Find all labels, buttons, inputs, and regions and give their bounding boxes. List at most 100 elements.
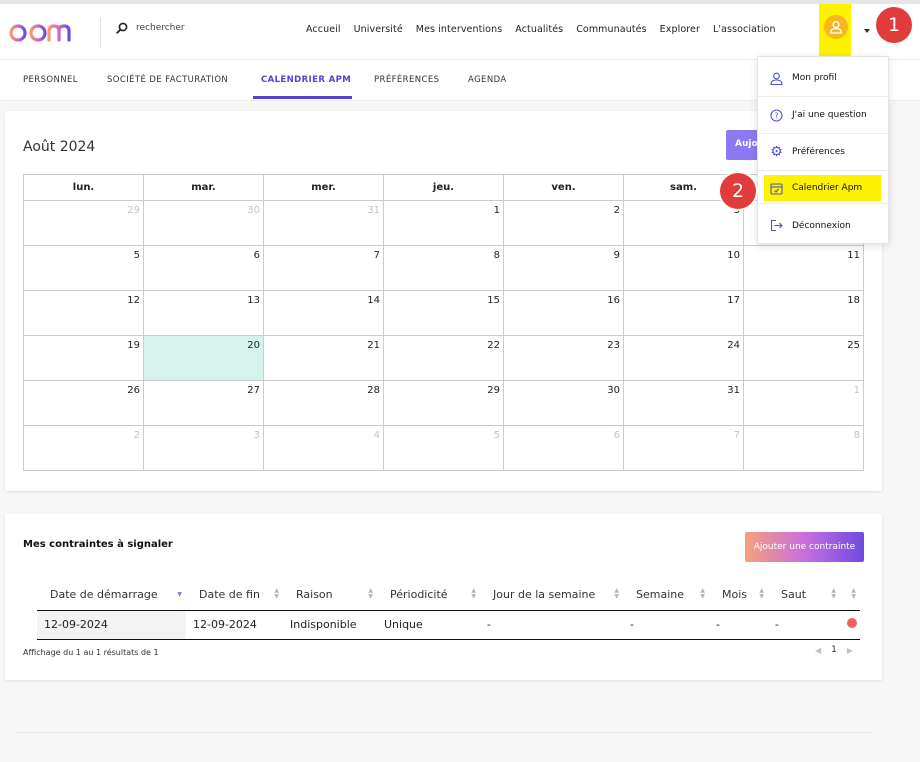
calendar-day-cell[interactable]: 25 [743,335,864,381]
calendar-day-cell[interactable]: 17 [623,290,744,336]
tab-personnel[interactable]: PERSONNEL [23,75,78,85]
table-cell: - [768,610,840,640]
menu-label: Préférences [792,147,845,157]
calendar-day-cell[interactable]: 20 [143,335,264,381]
calendar-day-cell[interactable]: 22 [383,335,504,381]
calendar-day-cell[interactable]: 15 [383,290,504,336]
calendar-day-cell[interactable]: 6 [503,425,624,471]
tab-societe-facturation[interactable]: SOCIÉTÉ DE FACTURATION [107,75,228,85]
column-header[interactable]: Périodicité ▲ ▼ [377,580,480,611]
delete-dot-icon[interactable] [847,618,857,628]
calendar-day-cell[interactable]: 26 [23,380,144,426]
prev-page-icon[interactable]: ◀ [815,646,821,655]
calendar-day-cell[interactable]: 3 [143,425,264,471]
sort-icon: ▲ ▼ [614,587,619,600]
calendar-day-cell[interactable]: 12 [23,290,144,336]
nav-actualites[interactable]: Actualités [515,24,563,35]
calendar-day-cell[interactable]: 14 [263,290,384,336]
column-header[interactable]: Date de démarrage ▼ [37,580,186,611]
calendar-day-cell[interactable]: 3 [623,200,744,246]
calendar-day-cell[interactable]: 30 [503,380,624,426]
menu-item-preferences[interactable]: ⚙ Préférences [758,134,888,171]
table-row[interactable]: 12-09-2024 12-09-2024 Indisponible Unique - -… [37,610,860,640]
apm-logo[interactable] [8,16,80,50]
calendar-day-cell[interactable]: 10 [623,245,744,291]
tab-calendrier-apm[interactable]: CALENDRIER APM [261,75,351,85]
nav-association[interactable]: L'association [713,24,776,35]
calendar-day-cell[interactable]: 7 [623,425,744,471]
pagination: ◀ 1 ▶ [815,645,853,655]
calendar-day-cell[interactable]: 5 [383,425,504,471]
column-header[interactable]: Jour de la semaine ▲ ▼ [480,580,623,611]
menu-item-mon-profil[interactable]: Mon profil [758,60,888,97]
calendar-month-title: Août 2024 [23,139,96,155]
column-header[interactable]: Saut ▲ ▼ [768,580,840,611]
calendar-card: Août 2024 Aujourd'hui lun.mar.mer.jeu.ve… [5,111,882,491]
column-header-label: Jour de la semaine [493,588,596,602]
calendar-day-cell[interactable]: 28 [263,380,384,426]
chevron-down-icon[interactable] [864,29,870,33]
nav-mes-interventions[interactable]: Mes interventions [416,24,502,35]
calendar-day-cell[interactable]: 18 [743,290,864,336]
nav-communautes[interactable]: Communautés [576,24,646,35]
column-header[interactable]: Raison ▲ ▼ [283,580,377,611]
menu-item-calendrier-apm[interactable]: Calendrier Apm [764,175,881,201]
table-cell: Indisponible [283,610,377,640]
calendar-grid: lun.mar.mer.jeu.ven.sam.dim. 29303112345… [23,174,864,471]
constraints-title: Mes contraintes à signaler [23,539,173,550]
menu-item-question[interactable]: ? J'ai une question [758,97,888,134]
calendar-day-cell[interactable]: 27 [143,380,264,426]
calendar-day-cell[interactable]: 21 [263,335,384,381]
tab-agenda[interactable]: AGENDA [468,75,507,85]
column-header[interactable]: ▲ ▼ [840,580,860,611]
nav-universite[interactable]: Université [354,24,403,35]
sort-icon: ▲ ▼ [759,587,764,600]
next-page-icon[interactable]: ▶ [847,646,853,655]
calendar-day-cell[interactable]: 31 [263,200,384,246]
nav-explorer[interactable]: Explorer [660,24,700,35]
calendar-week-row: 12 13 14 15 16 17 18 [23,290,864,336]
search-bar[interactable] [116,22,216,34]
menu-item-deconnexion[interactable]: Déconnexion [758,207,888,244]
user-avatar-highlight[interactable] [819,4,851,56]
calendar-day-cell[interactable]: 2 [23,425,144,471]
calendar-day-cell[interactable]: 24 [623,335,744,381]
column-header[interactable]: Semaine ▲ ▼ [623,580,709,611]
calendar-day-cell[interactable]: 6 [143,245,264,291]
calendar-day-cell[interactable]: 29 [383,380,504,426]
calendar-day-cell[interactable]: 23 [503,335,624,381]
avatar[interactable] [824,15,848,39]
calendar-day-cell[interactable]: 1 [383,200,504,246]
table-cell: - [709,610,768,640]
nav-accueil[interactable]: Accueil [306,24,341,35]
gear-icon: ⚙ [770,144,783,160]
calendar-day-cell[interactable]: 1 [743,380,864,426]
calendar-day-cell[interactable]: 9 [503,245,624,291]
user-icon [770,72,783,85]
top-header: Accueil Université Mes interventions Act… [0,4,920,60]
add-constraint-button[interactable]: Ajouter une contrainte [745,532,864,562]
calendar-day-cell[interactable]: 30 [143,200,264,246]
weekday-header: mar. [143,174,264,201]
weekday-header: jeu. [383,174,504,201]
footer-divider [16,732,872,733]
calendar-day-cell[interactable]: 16 [503,290,624,336]
column-header-label: Périodicité [390,588,448,602]
tab-preferences[interactable]: PRÉFÉRENCES [374,75,439,85]
calendar-day-cell[interactable]: 8 [383,245,504,291]
calendar-day-cell[interactable]: 2 [503,200,624,246]
calendar-day-cell[interactable]: 31 [623,380,744,426]
calendar-day-cell[interactable]: 13 [143,290,264,336]
calendar-day-cell[interactable]: 8 [743,425,864,471]
calendar-day-cell[interactable]: 7 [263,245,384,291]
column-header[interactable]: Date de fin ▲ ▼ [186,580,283,611]
calendar-day-cell[interactable]: 4 [263,425,384,471]
search-input[interactable] [136,23,216,33]
calendar-day-cell[interactable]: 19 [23,335,144,381]
calendar-day-cell[interactable]: 11 [743,245,864,291]
calendar-day-cell[interactable]: 5 [23,245,144,291]
calendar-day-cell[interactable]: 29 [23,200,144,246]
column-header[interactable]: Mois ▲ ▼ [709,580,768,611]
menu-label: J'ai une question [792,110,867,120]
page-number[interactable]: 1 [831,645,837,655]
